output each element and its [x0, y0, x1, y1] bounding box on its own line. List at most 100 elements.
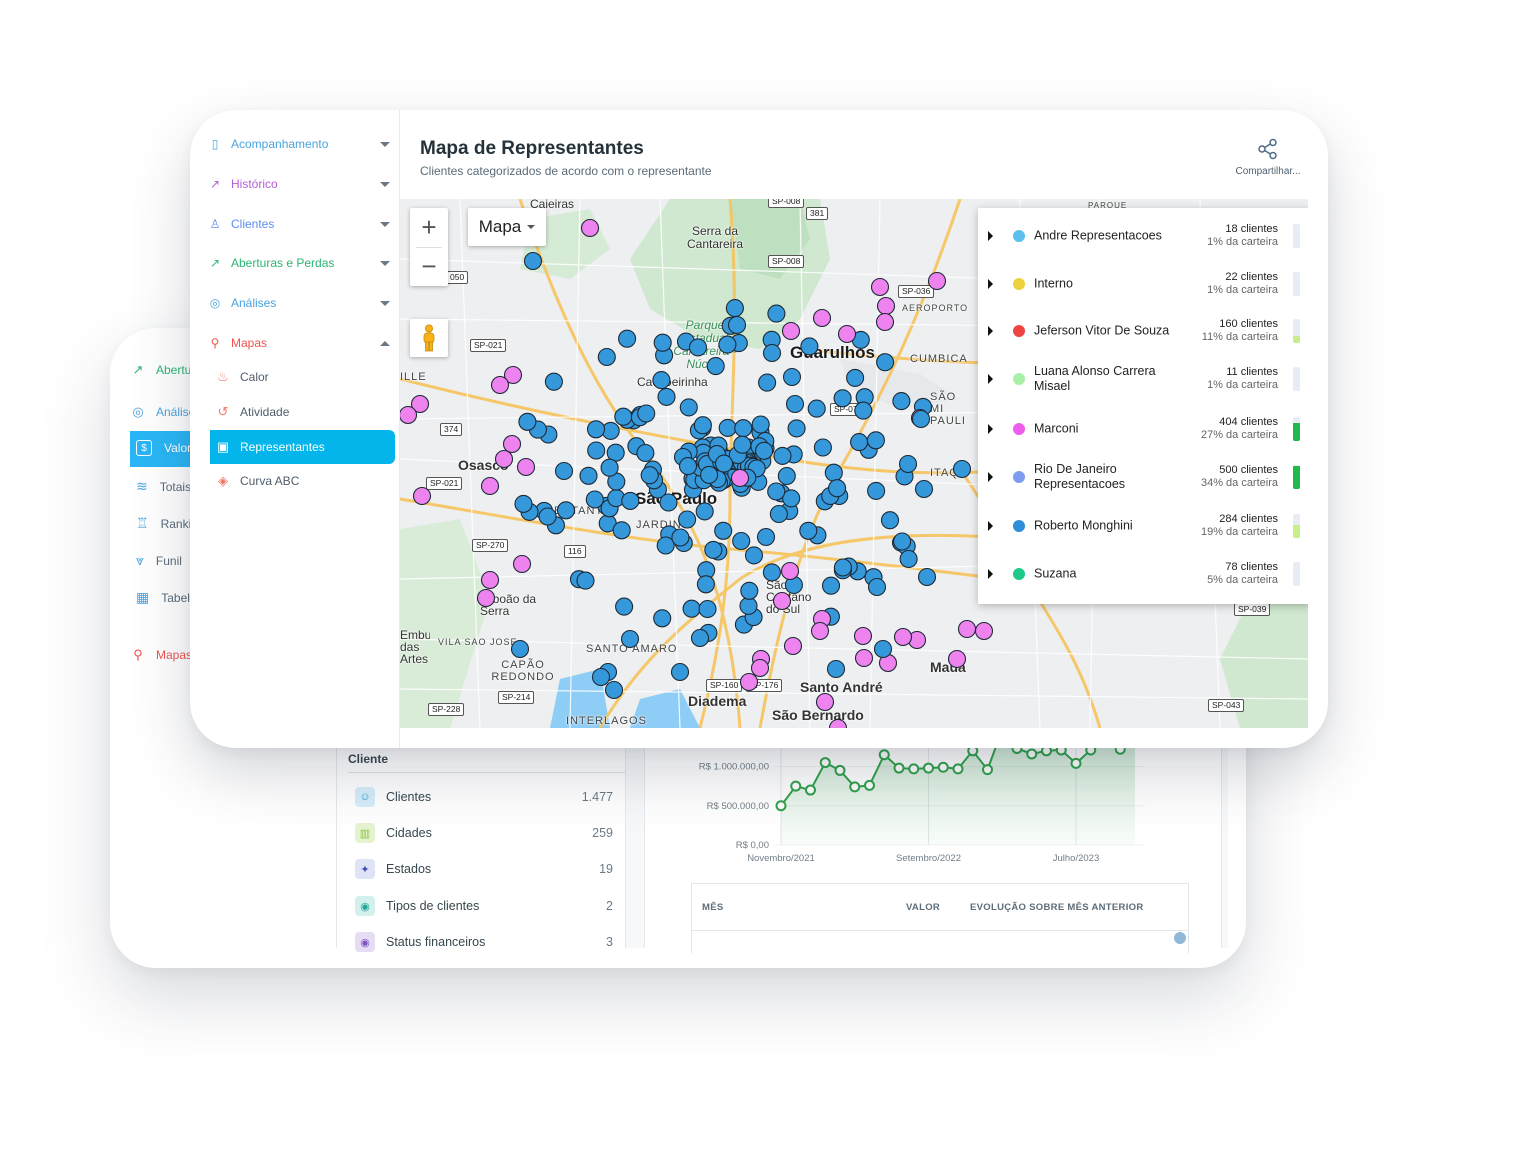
client-marker[interactable] — [867, 481, 886, 500]
data-point[interactable] — [790, 780, 802, 792]
sidebar-sub-representantes[interactable]: ▣ Representantes — [210, 430, 395, 464]
client-marker[interactable] — [600, 458, 619, 477]
client-marker[interactable] — [690, 628, 710, 648]
client-marker[interactable] — [615, 597, 634, 616]
client-marker[interactable] — [659, 493, 678, 512]
back-sidebar-sub-totais[interactable]: ≋ Totais — [136, 478, 191, 495]
client-marker[interactable] — [898, 454, 918, 474]
data-point[interactable] — [1026, 748, 1038, 760]
data-point[interactable] — [937, 761, 949, 773]
client-marker[interactable] — [585, 490, 604, 509]
legend-row[interactable]: Jeferson Vitor De Souza 160 clientes 11% d… — [978, 307, 1308, 355]
sidebar-item-aberturas[interactable]: ↗ Aberturas e Perdas — [208, 251, 392, 275]
client-marker[interactable] — [657, 387, 676, 406]
client-marker[interactable] — [744, 546, 764, 565]
share-button[interactable]: Compartilhar... — [1228, 138, 1308, 177]
client-marker[interactable] — [762, 343, 782, 363]
client-marker[interactable] — [854, 648, 874, 668]
client-marker[interactable] — [974, 621, 994, 641]
data-point[interactable] — [1070, 757, 1082, 769]
client-marker[interactable] — [704, 540, 723, 559]
client-marker[interactable] — [780, 561, 800, 581]
client-marker[interactable] — [502, 434, 522, 454]
expand-caret-icon[interactable] — [988, 231, 993, 241]
sidebar-sub-atividade[interactable]: ↺ Atividade — [210, 395, 395, 429]
data-point[interactable] — [908, 763, 920, 775]
client-marker[interactable] — [400, 405, 418, 425]
data-point[interactable] — [849, 781, 861, 793]
sidebar-item-analises[interactable]: ◎ Análises — [208, 291, 392, 315]
client-marker[interactable] — [772, 591, 792, 611]
client-marker[interactable] — [576, 571, 595, 590]
client-marker[interactable] — [586, 420, 606, 439]
client-marker[interactable] — [826, 659, 846, 679]
client-marker[interactable] — [837, 324, 857, 344]
client-marker[interactable] — [812, 308, 832, 328]
expand-caret-icon[interactable] — [988, 424, 993, 434]
map-type-dropdown[interactable]: Mapa — [468, 208, 546, 246]
legend-row[interactable]: Interno 22 clientes 1% da carteira — [978, 260, 1308, 308]
client-marker[interactable] — [782, 489, 801, 508]
client-marker[interactable] — [813, 438, 832, 457]
client-marker[interactable] — [821, 576, 841, 595]
data-point[interactable] — [952, 763, 964, 775]
client-marker[interactable] — [614, 407, 633, 426]
map-canvas[interactable]: Caieiras Serra da Cantareira Parque Esta… — [400, 199, 1308, 728]
scrollbar-thumb[interactable] — [1174, 932, 1186, 944]
sidebar-item-mapas[interactable]: ⚲ Mapas — [208, 331, 392, 355]
client-marker[interactable] — [876, 296, 896, 316]
client-marker[interactable] — [612, 521, 631, 540]
client-marker[interactable] — [606, 443, 625, 462]
client-marker[interactable] — [751, 415, 770, 434]
client-marker[interactable] — [866, 431, 885, 450]
client-marker[interactable] — [725, 299, 744, 318]
client-marker[interactable] — [494, 449, 514, 469]
client-marker[interactable] — [620, 629, 640, 649]
client-marker[interactable] — [682, 599, 701, 618]
client-marker[interactable] — [846, 368, 865, 387]
data-point[interactable] — [923, 762, 934, 774]
client-marker[interactable] — [927, 271, 947, 291]
client-marker[interactable] — [579, 466, 598, 485]
client-marker[interactable] — [732, 531, 751, 551]
client-marker[interactable] — [873, 639, 893, 659]
expand-caret-icon[interactable] — [988, 569, 993, 579]
client-marker[interactable] — [653, 609, 672, 628]
legend-row[interactable]: Luana Alonso Carrera Misael 11 clientes 1%… — [978, 355, 1308, 403]
client-marker[interactable] — [833, 389, 852, 408]
client-marker[interactable] — [516, 457, 536, 477]
data-point[interactable] — [834, 764, 846, 776]
client-marker[interactable] — [653, 333, 672, 352]
client-marker[interactable] — [750, 658, 770, 678]
data-point[interactable] — [982, 764, 993, 776]
client-marker[interactable] — [734, 419, 753, 438]
client-marker[interactable] — [696, 575, 715, 594]
client-marker[interactable] — [714, 454, 734, 473]
client-marker[interactable] — [698, 599, 717, 619]
client-marker[interactable] — [621, 491, 640, 510]
client-marker[interactable] — [824, 463, 843, 482]
client-marker[interactable] — [799, 521, 818, 540]
client-marker[interactable] — [782, 367, 802, 387]
client-marker[interactable] — [807, 399, 826, 418]
client-marker[interactable] — [773, 446, 792, 465]
client-marker[interactable] — [476, 588, 496, 608]
client-marker[interactable] — [636, 443, 655, 463]
client-marker[interactable] — [538, 507, 557, 526]
client-marker[interactable] — [810, 621, 830, 641]
legend-row[interactable]: Rio De Janeiro Representacoes 500 cliente… — [978, 453, 1308, 501]
client-marker[interactable] — [512, 554, 532, 574]
client-marker[interactable] — [695, 502, 714, 521]
client-marker[interactable] — [637, 404, 656, 423]
client-marker[interactable] — [828, 479, 847, 498]
cliente-row-clientes[interactable]: ☺ Clientes 1.477 — [355, 786, 613, 808]
client-marker[interactable] — [597, 347, 616, 367]
legend-row[interactable]: Suzana 78 clientes 5% da carteira — [978, 550, 1308, 598]
street-view-pegman-icon[interactable] — [410, 319, 448, 357]
client-marker[interactable] — [892, 392, 911, 411]
client-marker[interactable] — [893, 532, 912, 551]
client-marker[interactable] — [762, 563, 781, 582]
client-marker[interactable] — [412, 486, 432, 506]
sidebar-item-acompanhamento[interactable]: ▯ Acompanhamento — [208, 132, 392, 156]
client-marker[interactable] — [875, 312, 895, 332]
